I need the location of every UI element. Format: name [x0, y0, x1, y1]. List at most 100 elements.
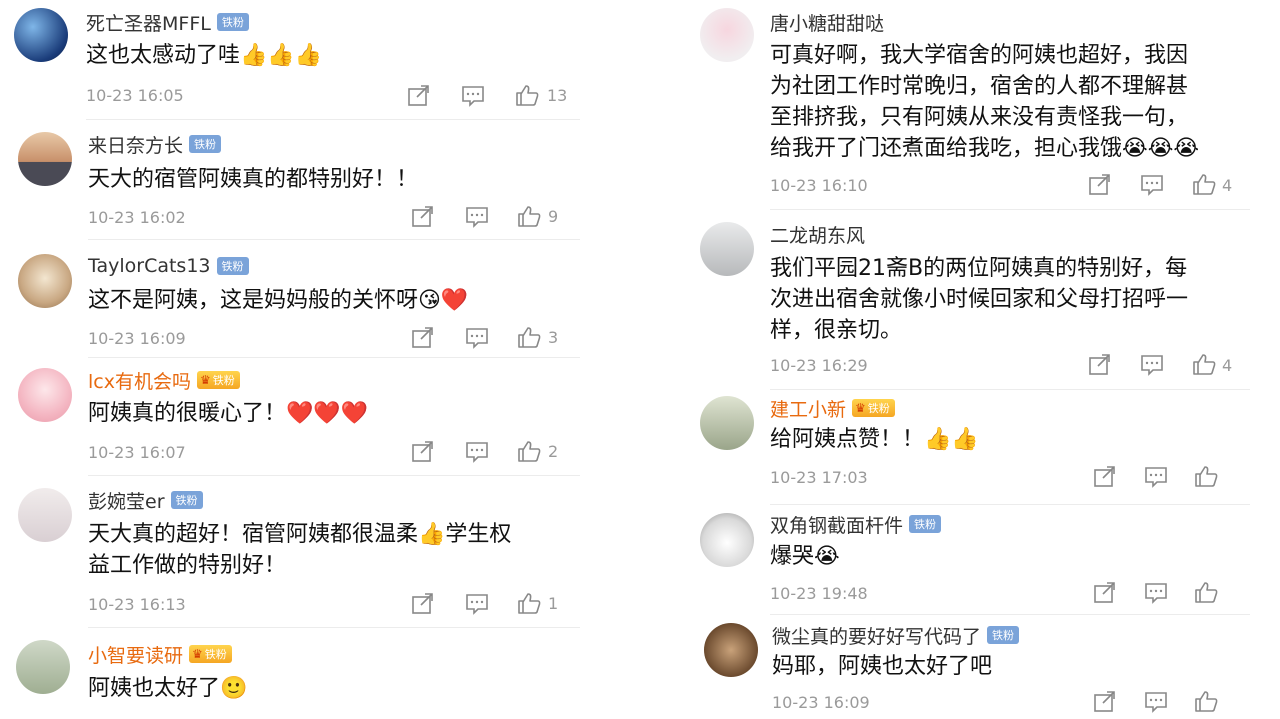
comment-text: 天大真的超好！宿管阿姨都很温柔👍学生权 益工作做的特别好！ [88, 519, 511, 581]
timestamp: 10-23 19:48 [770, 584, 868, 603]
like-count: 3 [548, 328, 559, 347]
timestamp: 10-23 16:05 [86, 86, 184, 105]
avatar[interactable] [18, 132, 72, 186]
comment-text: 给阿姨点赞！！👍👍 [770, 427, 979, 452]
share-icon[interactable] [1088, 354, 1112, 376]
comment-icon[interactable] [465, 593, 489, 615]
thumbs-up-icon[interactable] [1192, 353, 1216, 375]
thumbs-up-icon[interactable] [517, 440, 541, 462]
avatar[interactable] [704, 623, 758, 677]
share-icon[interactable] [411, 441, 435, 463]
comment-icon[interactable] [465, 327, 489, 349]
username[interactable]: 唐小糖甜甜哒 [770, 9, 884, 36]
fan-badge: ♛ 铁粉 [196, 371, 240, 389]
thumbs-up-icon[interactable] [1194, 581, 1218, 603]
comment-item: 来日奈方长 铁粉 天大的宿管阿姨真的都特别好！！ 10-23 16:02 9 [0, 120, 640, 240]
comment-item: 建工小新 ♛ 铁粉 给阿姨点赞！！👍👍 10-23 17:03 [690, 390, 1280, 505]
comment-line: 至排挤我，只有阿姨从来没有责怪我一句， [770, 105, 1189, 130]
username[interactable]: 来日奈方长 [88, 131, 183, 158]
comment-line: 天大真的超好！宿管阿姨都很温柔👍学生权 [88, 522, 512, 547]
avatar[interactable] [700, 396, 754, 450]
thumbs-up-icon[interactable] [515, 84, 539, 106]
share-icon[interactable] [1088, 174, 1112, 196]
username[interactable]: TaylorCats13 [88, 255, 211, 277]
avatar[interactable] [16, 640, 70, 694]
crown-icon: ♛ [192, 647, 203, 661]
comment-text: 阿姨也太好了🙂 [88, 676, 248, 701]
like-count: 13 [547, 86, 568, 105]
crown-icon: ♛ [199, 373, 211, 387]
like-count: 4 [1222, 356, 1233, 375]
avatar[interactable] [700, 8, 754, 62]
avatar[interactable] [700, 513, 754, 567]
username[interactable]: 死亡圣器MFFL [86, 9, 211, 36]
badge-label: 铁粉 [867, 402, 890, 415]
fan-badge: 铁粉 [170, 491, 203, 509]
username[interactable]: 微尘真的要好好写代码了 [772, 622, 981, 649]
comment-line: 次进出宿舍就像小时候回家和父母打招呼一 [770, 287, 1189, 312]
comment-text: 爆哭😭 [770, 544, 840, 569]
comment-line: 为社团工作时常晚归，宿舍的人都不理解甚 [770, 74, 1189, 99]
comment-text: 妈耶，阿姨也太好了吧 [772, 654, 993, 679]
comment-text: 可真好啊，我大学宿舍的阿姨也超好，我因 为社团工作时常晚归，宿舍的人都不理解甚 … [770, 40, 1199, 164]
comment-item: 微尘真的要好好写代码了 铁粉 妈耶，阿姨也太好了吧 10-23 16:09 [690, 615, 1280, 719]
timestamp: 10-23 16:09 [772, 693, 870, 712]
share-icon[interactable] [1093, 466, 1117, 488]
thumbs-up-icon[interactable] [1192, 173, 1216, 195]
fan-badge: 铁粉 [189, 135, 222, 153]
crown-icon: ♛ [855, 401, 866, 415]
avatar[interactable] [18, 368, 72, 422]
thumbs-up-icon[interactable] [1194, 465, 1218, 487]
comment-item: TaylorCats13 铁粉 这不是阿姨，这是妈妈般的关怀呀😘❤️ 10-23… [0, 240, 640, 358]
share-icon[interactable] [411, 327, 435, 349]
username[interactable]: 二龙胡东风 [770, 221, 865, 248]
username[interactable]: 建工小新 [770, 395, 846, 422]
badge-label: 铁粉 [212, 374, 235, 387]
share-icon[interactable] [1093, 582, 1117, 604]
username[interactable]: 彭婉莹er [88, 487, 165, 514]
avatar[interactable] [700, 222, 754, 276]
share-icon[interactable] [411, 593, 435, 615]
share-icon[interactable] [411, 206, 435, 228]
thumbs-up-icon[interactable] [1194, 690, 1218, 712]
avatar[interactable] [18, 254, 72, 308]
comment-item: 二龙胡东风 我们平园21斋B的两位阿姨真的特别好，每 次进出宿舍就像小时候回家和… [690, 210, 1280, 390]
comment-icon[interactable] [1140, 354, 1164, 376]
comment-line: 可真好啊，我大学宿舍的阿姨也超好，我因 [770, 43, 1189, 68]
comment-text: 我们平园21斋B的两位阿姨真的特别好，每 次进出宿舍就像小时候回家和父母打招呼一… [770, 253, 1188, 346]
like-count: 4 [1222, 176, 1233, 195]
comment-line: 样，很亲切。 [770, 318, 903, 343]
timestamp: 10-23 17:03 [770, 468, 868, 487]
comment-icon[interactable] [1144, 466, 1168, 488]
comment-icon[interactable] [1140, 174, 1164, 196]
timestamp: 10-23 16:10 [770, 176, 868, 195]
timestamp: 10-23 16:02 [88, 208, 186, 227]
avatar[interactable] [18, 488, 72, 542]
fan-badge: ♛ 铁粉 [852, 399, 895, 417]
like-count: 2 [548, 442, 559, 461]
comment-icon[interactable] [1144, 582, 1168, 604]
share-icon[interactable] [1093, 691, 1117, 713]
comment-item: 彭婉莹er 铁粉 天大真的超好！宿管阿姨都很温柔👍学生权 益工作做的特别好！ 1… [0, 476, 640, 628]
comment-text: 阿姨真的很暖心了！❤️❤️❤️ [88, 401, 369, 426]
comment-item: 小智要读研 ♛ 铁粉 阿姨也太好了🙂 [0, 628, 640, 719]
comment-line: 益工作做的特别好！ [88, 553, 287, 578]
username[interactable]: 双角钢截面杆件 [770, 511, 903, 538]
badge-label: 铁粉 [204, 648, 227, 661]
comment-line: 我们平园21斋B的两位阿姨真的特别好，每 [770, 256, 1188, 281]
fan-badge: ♛ 铁粉 [189, 645, 232, 663]
username[interactable]: 小智要读研 [88, 641, 183, 668]
comment-icon[interactable] [1144, 691, 1168, 713]
share-icon[interactable] [407, 85, 431, 107]
comment-icon[interactable] [461, 85, 485, 107]
comment-icon[interactable] [465, 441, 489, 463]
comment-icon[interactable] [465, 206, 489, 228]
timestamp: 10-23 16:09 [88, 329, 186, 348]
username[interactable]: lcx有机会吗 [88, 367, 191, 394]
thumbs-up-icon[interactable] [517, 326, 541, 348]
thumbs-up-icon[interactable] [517, 592, 541, 614]
comment-text: 天大的宿管阿姨真的都特别好！！ [88, 167, 419, 192]
avatar[interactable] [14, 8, 68, 62]
timestamp: 10-23 16:29 [770, 356, 868, 375]
thumbs-up-icon[interactable] [517, 205, 541, 227]
